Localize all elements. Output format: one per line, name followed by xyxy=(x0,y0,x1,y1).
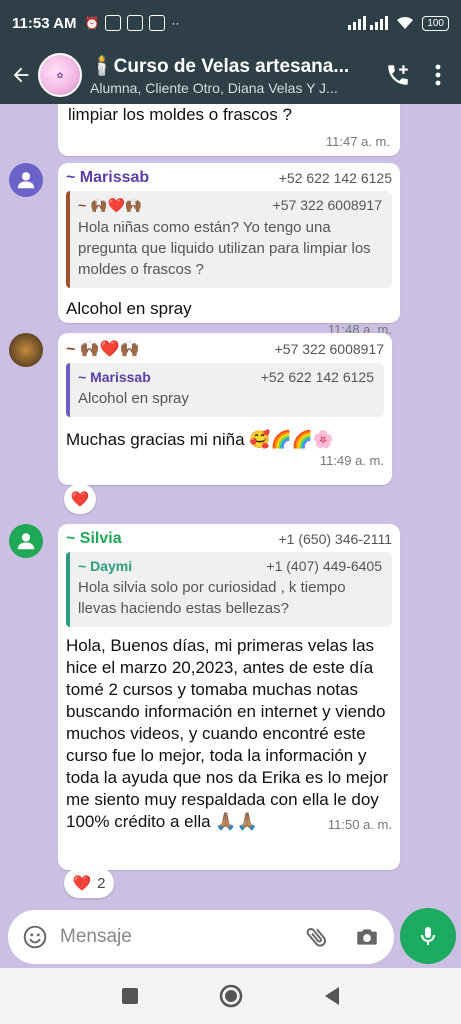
emoji-button[interactable] xyxy=(22,924,48,950)
wifi-icon xyxy=(397,16,414,29)
avatar[interactable] xyxy=(9,524,43,558)
camera-icon[interactable] xyxy=(354,924,380,950)
quoted-message[interactable]: ~ Marissab +52 622 142 6125 Alcohol en s… xyxy=(66,363,384,417)
quoted-phone: +52 622 142 6125 xyxy=(260,369,374,385)
person-icon xyxy=(17,533,35,550)
message-composer: Mensaje xyxy=(0,906,461,968)
tiktok-lite-icon xyxy=(149,15,166,31)
nav-square-icon[interactable] xyxy=(121,987,139,1005)
attach-icon[interactable] xyxy=(304,924,330,950)
quoted-sender: ~ 🙌🏾❤️🙌🏾 xyxy=(78,197,143,213)
status-bar: 11:53 AM ⏰ ·· 100 xyxy=(0,0,461,46)
heart-icon: ❤️ xyxy=(70,491,90,508)
quoted-text: Hola silvia solo por curiosidad , k tiem… xyxy=(78,579,346,617)
message-placeholder: Mensaje xyxy=(60,926,132,947)
back-arrow-icon xyxy=(13,67,29,83)
more-notifications-icon: ·· xyxy=(171,16,180,30)
group-avatar[interactable]: ✿ xyxy=(38,53,82,97)
chat-area[interactable]: limpiar los moldes o frascos ? 11:47 a. … xyxy=(0,104,461,906)
sender-phone: +1 (650) 346-2111 xyxy=(278,531,392,547)
quoted-phone: +1 (407) 449-6405 xyxy=(266,558,382,574)
quoted-message[interactable]: ~ 🙌🏾❤️🙌🏾 +57 322 6008917 Hola niñas como… xyxy=(66,191,392,288)
tiktok-icon xyxy=(127,15,144,31)
quoted-text: Alcohol en spray xyxy=(78,390,189,407)
status-notification-icons: ⏰ ·· xyxy=(84,15,179,31)
chat-header: ✿ 🕯️Curso de Velas artesana... Alumna, C… xyxy=(0,46,461,104)
signal-icon xyxy=(348,16,389,30)
add-call-icon[interactable] xyxy=(385,62,411,88)
mic-icon xyxy=(421,927,435,945)
emoji-icon xyxy=(23,925,47,949)
alarm-icon: ⏰ xyxy=(84,16,100,30)
status-time: 11:53 AM xyxy=(12,14,77,32)
message-text: limpiar los moldes o frascos ? xyxy=(68,105,292,124)
message-bubble[interactable]: ~ Marissab +52 622 142 6125 ~ 🙌🏾❤️🙌🏾 +57… xyxy=(58,163,400,337)
quoted-message[interactable]: ~ Daymi +1 (407) 449-6405 Hola silvia so… xyxy=(66,552,392,627)
sender-name[interactable]: ~ Silvia xyxy=(66,530,122,548)
avatar[interactable] xyxy=(9,333,43,367)
telegram-icon xyxy=(105,15,122,31)
message-bubble[interactable]: ~ Silvia +1 (650) 346-2111 ~ Daymi +1 (4… xyxy=(58,524,400,870)
avatar[interactable] xyxy=(9,163,43,197)
quoted-phone: +57 322 6008917 xyxy=(272,197,382,213)
person-icon xyxy=(17,172,35,189)
group-info[interactable]: 🕯️Curso de Velas artesana... Alumna, Cli… xyxy=(90,54,375,96)
sender-phone: +52 622 142 6125 xyxy=(278,170,392,186)
sender-name[interactable]: ~ 🙌🏾❤️🙌🏾 xyxy=(66,339,140,359)
reaction-badge[interactable]: ❤️ 2 xyxy=(64,868,114,898)
sender-phone: +57 322 6008917 xyxy=(274,341,384,357)
message-input[interactable]: Mensaje xyxy=(8,910,394,964)
sender-name[interactable]: ~ Marissab xyxy=(66,169,149,187)
message-time: 11:47 a. m. xyxy=(325,134,390,149)
system-nav-bar xyxy=(0,968,461,1024)
message-text: Hola, Buenos días, mi primeras velas las… xyxy=(66,636,389,831)
heart-icon: ❤️ xyxy=(72,875,92,892)
more-vert-icon[interactable] xyxy=(433,63,443,87)
message-text: Alcohol en spray xyxy=(66,299,192,318)
group-title: 🕯️Curso de Velas artesana... xyxy=(90,56,350,77)
message-bubble[interactable]: ~ 🙌🏾❤️🙌🏾 +57 322 6008917 ~ Marissab +52 … xyxy=(58,333,392,485)
voice-record-button[interactable] xyxy=(400,908,456,964)
group-participants: Alumna, Cliente Otro, Diana Velas Y J... xyxy=(90,80,338,96)
reaction-badge[interactable]: ❤️ xyxy=(64,484,96,514)
quoted-sender: ~ Marissab xyxy=(78,369,151,385)
quoted-text: Hola niñas como están? Yo tengo una preg… xyxy=(78,219,371,278)
quoted-sender: ~ Daymi xyxy=(78,558,133,574)
battery-indicator: 100 xyxy=(422,15,449,31)
back-button[interactable] xyxy=(4,64,38,86)
nav-back-icon[interactable] xyxy=(323,986,341,1006)
nav-circle-icon[interactable] xyxy=(219,984,243,1008)
reaction-count: 2 xyxy=(97,874,106,892)
message-time: 11:49 a. m. xyxy=(319,453,384,468)
message-text: Muchas gracias mi niña 🥰🌈🌈🌸 xyxy=(66,430,334,449)
message-bubble[interactable]: limpiar los moldes o frascos ? 11:47 a. … xyxy=(58,104,400,156)
